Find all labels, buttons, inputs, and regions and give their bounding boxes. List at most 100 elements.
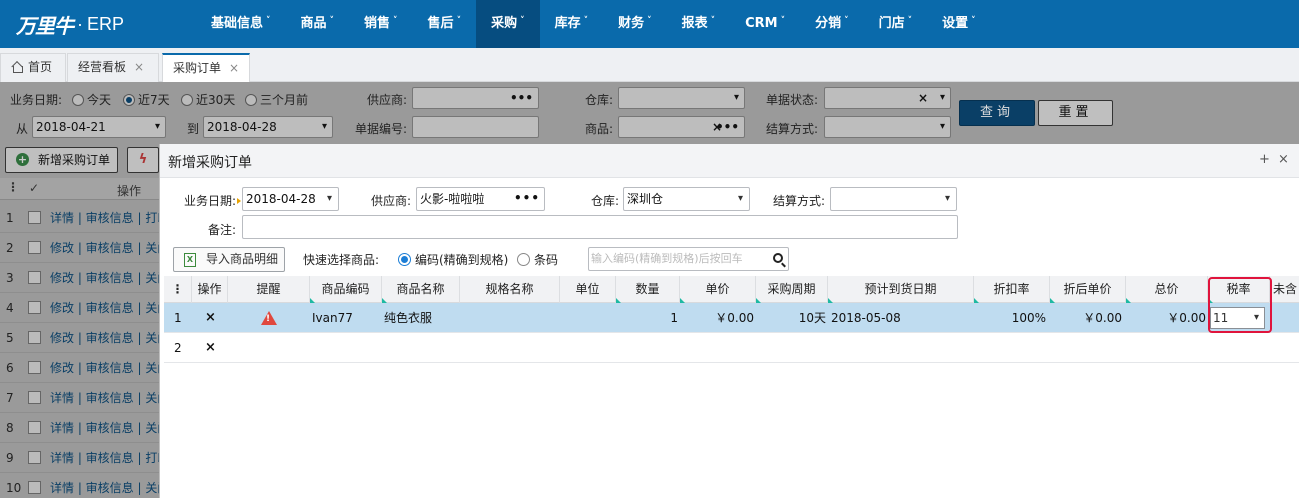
product-code-search-input[interactable]: 输入编码(精确到规格)后按回车 [588,247,789,271]
row-actions[interactable]: 修改 | 审核信息 | 关闭 [50,323,169,353]
filter-supplier-input[interactable]: ••• [412,87,539,109]
row-checkbox[interactable] [28,301,41,314]
more-dots-icon[interactable]: ••• [514,188,540,209]
logo-dot: · [77,13,83,34]
col-cycle: 采购周期 [756,276,828,303]
nav-item-crm[interactable]: CRM ˅ [730,0,800,48]
chevron-down-icon: ˅ [266,16,271,26]
delete-row-icon[interactable]: × [205,303,216,333]
clear-icon[interactable]: × [918,88,928,108]
row-actions[interactable]: 修改 | 审核信息 | 关闭 [50,233,169,263]
filter-warehouse-select[interactable]: ▾ [618,87,745,109]
nav-item-stores[interactable]: 门店 ˅ [864,0,928,48]
cell-qty[interactable]: 1 [616,303,678,333]
nav-item-purchase[interactable]: 采购 ˅ [476,0,540,48]
tab-home[interactable]: 首页 [0,53,66,82]
filter-status-select[interactable]: × ▾ [824,87,951,109]
filter-from-date[interactable]: 2018-04-21 ▾ [32,116,166,138]
search-icon[interactable] [773,253,783,263]
chevron-down-icon: ˅ [393,16,398,26]
settle-select[interactable]: ▾ [830,187,957,211]
close-icon[interactable]: × [1278,152,1289,167]
remark-input[interactable] [242,215,958,239]
new-order-button[interactable]: + 新增采购订单 [5,147,118,173]
nav-item-settings[interactable]: 设置 ˅ [927,0,991,48]
filter-to-date[interactable]: 2018-04-28 ▾ [203,116,333,138]
filter-product-input[interactable]: × ••• [618,116,745,138]
row-actions[interactable]: 详情 | 审核信息 | 打印 [50,443,169,473]
row-actions[interactable]: 详情 | 审核信息 | 关闭 [50,413,169,443]
row-actions[interactable]: 修改 | 审核信息 | 关闭 [50,263,169,293]
col-spec: 规格名称 [460,276,560,303]
import-items-button[interactable]: X 导入商品明细 [173,247,285,272]
row-checkbox[interactable] [28,391,41,404]
app-logo[interactable]: 万里牛 · ERP [16,10,124,38]
filter-doc-no-input[interactable] [412,116,539,138]
row-checkbox[interactable] [28,421,41,434]
row-checkbox[interactable] [28,241,41,254]
column-menu-icon[interactable]: ⋮ [7,180,19,194]
cell-code[interactable]: Ivan77 [312,303,353,333]
more-dots-icon[interactable]: ••• [716,117,739,137]
required-marker-icon [237,198,242,204]
radio-today[interactable]: 今天 [72,91,111,108]
col-op: 操作 [192,276,228,303]
row-actions[interactable]: 详情 | 审核信息 | 关闭 [50,473,169,498]
search-button[interactable]: 查询 [959,100,1035,126]
nav-item-after-sales[interactable]: 售后 ˅ [413,0,477,48]
table-row[interactable]: 2 × [164,333,1299,363]
col-total: 总价 [1126,276,1208,303]
cell-eta[interactable]: 2018-05-08 [831,303,901,333]
nav-item-inventory[interactable]: 库存 ˅ [540,0,604,48]
row-checkbox[interactable] [28,481,41,494]
maximize-icon[interactable]: + [1259,152,1270,167]
radio-selected-icon [123,94,135,106]
cell-disc-price[interactable]: ￥0.00 [1050,303,1122,333]
row-actions[interactable]: 详情 | 审核信息 | 关闭 [50,383,169,413]
tab-dashboard[interactable]: 经营看板 × [67,53,159,82]
radio-last30[interactable]: 近30天 [181,91,235,108]
cell-price[interactable]: ￥0.00 [680,303,754,333]
cell-cycle[interactable]: 10天 [756,303,826,333]
radio-by-code[interactable]: 编码(精确到规格) [398,251,508,268]
more-dots-icon[interactable]: ••• [510,88,533,108]
table-row[interactable]: 1 × ! Ivan77 纯色衣服 1 ￥0.00 10天 2018-05-08… [164,303,1299,333]
nav-item-distribution[interactable]: 分销 ˅ [800,0,864,48]
radio-icon [245,94,257,106]
quick-action-button[interactable]: ϟ [127,147,159,173]
cell-total[interactable]: ￥0.00 [1126,303,1206,333]
col-disc-price: 折后单价 [1050,276,1126,303]
row-checkbox[interactable] [28,361,41,374]
nav-item-basic-info[interactable]: 基础信息 ˅ [196,0,286,48]
tab-purchase-order[interactable]: 采购订单 × [162,53,250,83]
col-code: 商品编码 [310,276,382,303]
delete-row-icon[interactable]: × [205,333,216,363]
nav-item-reports[interactable]: 报表 ˅ [667,0,731,48]
row-actions[interactable]: 修改 | 审核信息 | 关闭 [50,353,169,383]
warehouse-label: 仓库: [591,194,620,208]
cell-discount[interactable]: 100% [974,303,1046,333]
nav-item-sales[interactable]: 销售 ˅ [349,0,413,48]
reset-button[interactable]: 重置 [1038,100,1113,126]
radio-by-barcode[interactable]: 条码 [517,251,558,268]
radio-last7[interactable]: 近7天 [123,91,170,108]
close-icon[interactable]: × [229,61,239,75]
cell-name[interactable]: 纯色衣服 [384,303,432,333]
row-checkbox[interactable] [28,331,41,344]
close-icon[interactable]: × [134,60,144,74]
biz-date-picker[interactable]: 2018-04-28 ▾ [242,187,339,211]
bg-ops-header: 操作 [117,184,142,198]
row-checkbox[interactable] [28,211,41,224]
warehouse-select[interactable]: 深圳仓 ▾ [623,187,750,211]
row-checkbox[interactable] [28,451,41,464]
nav-item-finance[interactable]: 财务 ˅ [603,0,667,48]
supplier-input[interactable]: 火影-啦啦啦 ••• [416,187,545,211]
radio-last3m[interactable]: 三个月前 [245,91,308,108]
column-menu-icon[interactable]: ⋮ [164,276,192,303]
check-all-icon[interactable]: ✓ [29,181,39,195]
nav-item-products[interactable]: 商品 ˅ [286,0,350,48]
row-actions[interactable]: 详情 | 审核信息 | 打印 [50,203,169,233]
row-checkbox[interactable] [28,271,41,284]
filter-settle-select[interactable]: ▾ [824,116,951,138]
row-actions[interactable]: 修改 | 审核信息 | 关闭 [50,293,169,323]
